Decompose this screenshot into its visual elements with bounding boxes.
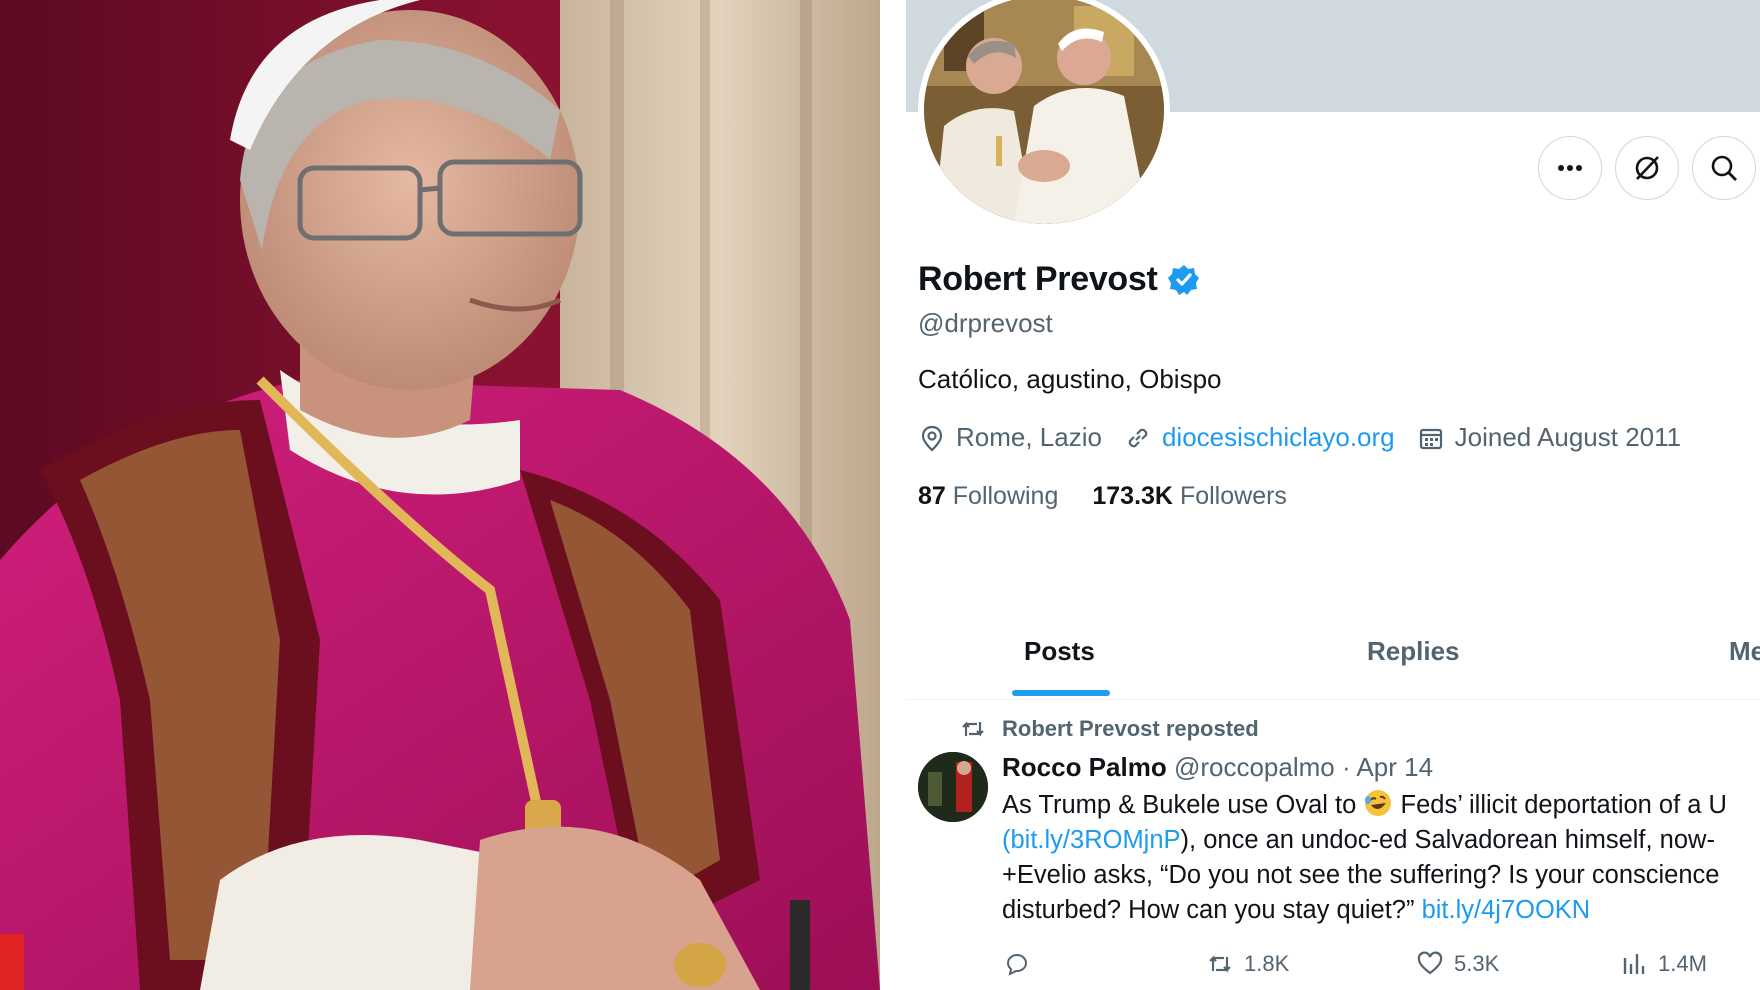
profile-avatar[interactable]	[918, 0, 1170, 230]
more-button[interactable]	[1538, 136, 1602, 200]
tweet-separator: ·	[1334, 752, 1357, 782]
followers-link[interactable]: 173.3K Followers	[1092, 482, 1287, 511]
repost-icon	[962, 721, 984, 737]
followers-label: Followers	[1179, 482, 1287, 510]
views-bar-chart-icon	[1623, 954, 1645, 974]
views-count: 1.4M	[1658, 951, 1707, 976]
more-horizontal-icon	[1558, 165, 1582, 171]
tweet-line-1: As Trump & Bukele use Oval to Feds’ illi…	[1002, 788, 1760, 823]
tweet-line-4-text: disturbed? How can you stay quiet?”	[1002, 896, 1422, 924]
search-icon	[1711, 155, 1737, 181]
tweet-link-2[interactable]: bit.ly/4j7OOKN	[1422, 896, 1591, 924]
tweet-actions: 1.8K 5.3K 1.4M	[1002, 950, 1760, 986]
repost-label: Robert Prevost reposted	[1002, 716, 1259, 741]
display-name: Robert Prevost	[918, 260, 1200, 299]
grok-icon	[1635, 156, 1659, 180]
search-button[interactable]	[1692, 136, 1756, 200]
tab-replies[interactable]: Replies	[1367, 636, 1460, 667]
following-count: 87	[918, 482, 946, 510]
retweet-icon	[1209, 955, 1231, 973]
location-item: Rome, Lazio	[918, 422, 1102, 453]
like-button[interactable]: 5.3K	[1416, 950, 1499, 978]
tweet-header: Rocco Palmo @roccopalmo · Apr 14	[1002, 752, 1433, 783]
tweet-line-1-b: Feds’ illicit deportation of a U	[1393, 791, 1727, 819]
location-text: Rome, Lazio	[956, 422, 1102, 452]
retweet-button[interactable]: 1.8K	[1206, 950, 1289, 978]
website-link[interactable]: diocesischiclayo.org	[1162, 422, 1395, 453]
tab-posts[interactable]: Posts	[1024, 636, 1095, 667]
tweet-link-1[interactable]: (bit.ly/3ROMjnP	[1002, 826, 1181, 854]
follow-stats: 87 Following 173.3K Followers	[918, 482, 1321, 511]
tweet-author-name[interactable]: Rocco Palmo	[1002, 752, 1167, 782]
joined-text: Joined August 2011	[1454, 422, 1682, 452]
joined-item: Joined August 2011	[1417, 422, 1681, 453]
reply-button[interactable]	[1002, 950, 1040, 978]
tweet-line-2-rest: ), once an undoc-ed Salvadorean himself,…	[1180, 826, 1715, 854]
tweet-date[interactable]: Apr 14	[1356, 752, 1433, 782]
rolling-laughing-emoji-icon	[1365, 790, 1392, 816]
tweet-text: As Trump & Bukele use Oval to Feds’ illi…	[1002, 788, 1760, 928]
reply-icon	[1006, 954, 1027, 976]
heart-icon	[1417, 951, 1443, 975]
tweet-line-1-a: As Trump & Bukele use Oval to	[1002, 791, 1364, 819]
location-pin-icon	[921, 425, 943, 451]
profile-tabs: Posts Replies Me	[906, 626, 1760, 700]
pope-photo	[0, 0, 880, 990]
video-progress-marker	[0, 934, 24, 990]
like-count: 5.3K	[1454, 951, 1500, 976]
verified-badge-icon	[1167, 264, 1199, 295]
tweet-line-2: (bit.ly/3ROMjnP), once an undoc-ed Salva…	[1002, 823, 1760, 858]
profile-bio: Católico, agustino, Obispo	[918, 364, 1222, 394]
profile-panel: Robert Prevost @drprevost Católico, agus…	[906, 0, 1760, 990]
repost-context: Robert Prevost reposted	[960, 716, 1259, 742]
following-label: Following	[952, 482, 1059, 510]
calendar-icon	[1419, 428, 1442, 449]
followers-count: 173.3K	[1092, 482, 1173, 510]
tweet-author-avatar[interactable]	[918, 752, 988, 822]
tweet-line-3: +Evelio asks, “Do you not see the suffer…	[1002, 861, 1720, 889]
retweet-count: 1.8K	[1244, 951, 1290, 976]
tab-media[interactable]: Me	[1729, 636, 1760, 667]
website-item[interactable]: diocesischiclayo.org	[1124, 422, 1395, 453]
link-icon	[1128, 428, 1148, 447]
display-name-text: Robert Prevost	[918, 260, 1158, 298]
following-link[interactable]: 87 Following	[918, 482, 1058, 511]
tweet-line-4: disturbed? How can you stay quiet?” bit.…	[1002, 893, 1760, 928]
profile-meta: Rome, Lazio diocesischiclayo.org Joined …	[918, 422, 1703, 453]
views-button[interactable]: 1.4M	[1620, 950, 1707, 978]
active-tab-indicator	[1012, 690, 1110, 696]
profile-handle: @drprevost	[918, 308, 1053, 338]
tweet-author-handle[interactable]: @roccopalmo	[1174, 752, 1335, 782]
grok-button[interactable]	[1615, 136, 1679, 200]
